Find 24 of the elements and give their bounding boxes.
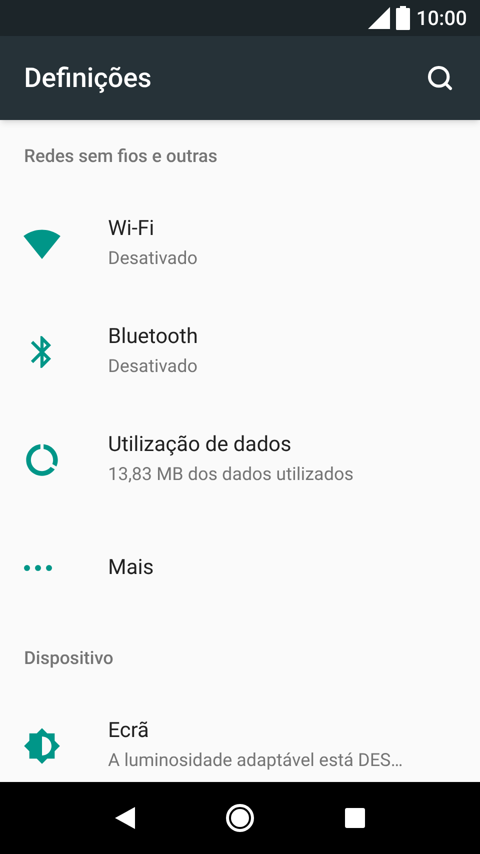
- page-title: Definições: [24, 60, 152, 96]
- item-subtitle: Desativado: [108, 355, 198, 379]
- clock: 10:00: [416, 5, 467, 32]
- item-title: Mais: [108, 555, 154, 582]
- brightness-icon: [23, 727, 61, 765]
- home-button[interactable]: [225, 803, 255, 833]
- signal-icon: [368, 7, 390, 29]
- item-subtitle: A luminosidade adaptável está DES…: [108, 749, 403, 773]
- settings-item[interactable]: Mais: [0, 514, 480, 622]
- section-header: Redes sem fios e outras: [24, 144, 218, 168]
- item-subtitle: Desativado: [108, 247, 198, 271]
- more-icon: [23, 564, 53, 572]
- item-title: Ecrã: [108, 718, 150, 745]
- settings-item[interactable]: Bluetooth Desativado: [0, 298, 480, 406]
- item-title: Bluetooth: [108, 324, 198, 351]
- battery-icon: [396, 6, 410, 30]
- settings-item[interactable]: Utilização de dados 13,83 MB dos dados utilizados: [0, 406, 480, 514]
- item-title: Utilização de dados: [108, 432, 292, 459]
- settings-item[interactable]: Ecrã A luminosidade adaptável está DES…: [0, 692, 480, 782]
- settings-item[interactable]: Wi-Fi Desativado: [0, 190, 480, 298]
- item-title: Wi-Fi: [108, 216, 156, 243]
- back-button[interactable]: [115, 807, 135, 829]
- item-subtitle: 13,83 MB dos dados utilizados: [108, 463, 354, 487]
- section-header: Dispositivo: [24, 646, 114, 670]
